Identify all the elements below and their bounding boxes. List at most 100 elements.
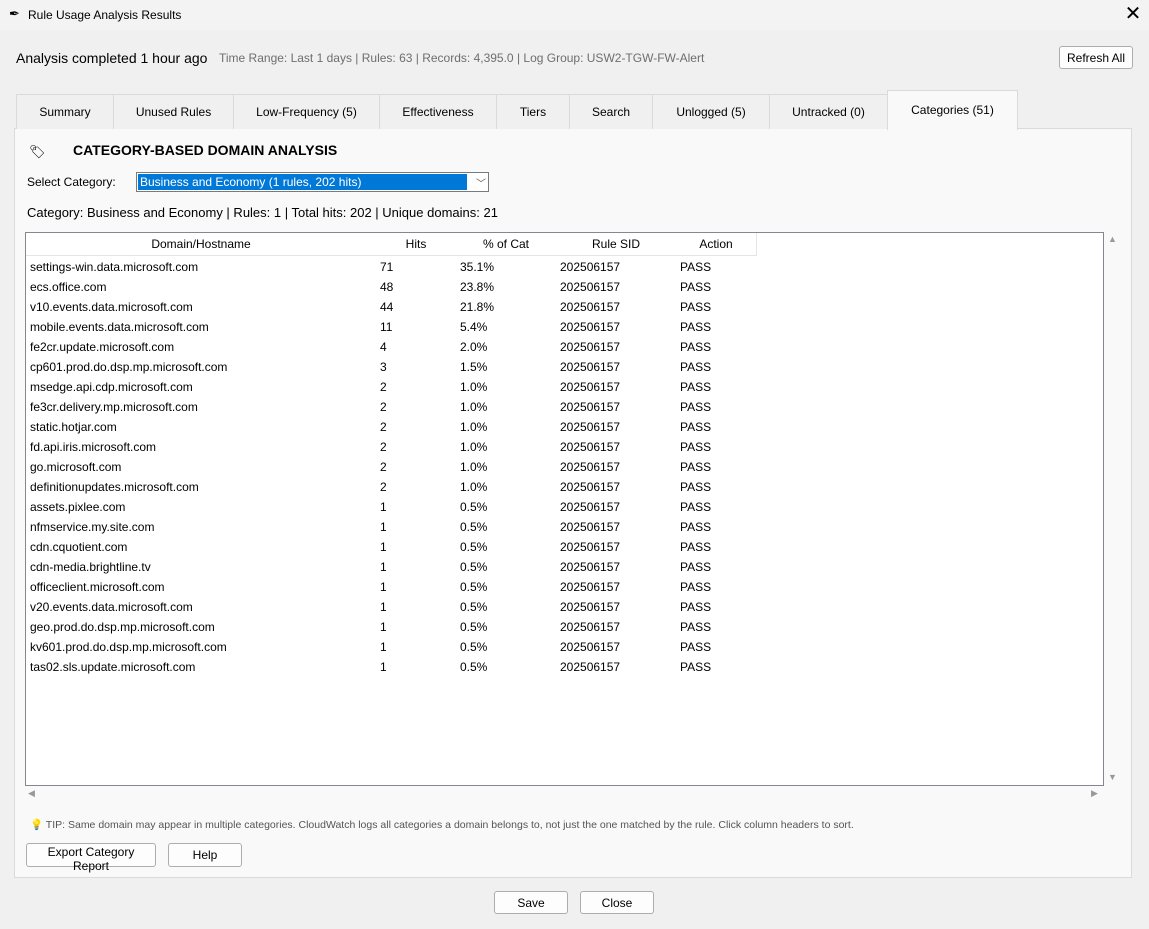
table-cell: officeclient.microsoft.com (30, 580, 165, 594)
scroll-up-icon[interactable]: ▲ (1108, 234, 1117, 244)
analysis-status: Analysis completed 1 hour ago (16, 50, 208, 66)
table-cell: 2.0% (460, 340, 488, 354)
table-cell: PASS (680, 460, 712, 474)
table-row[interactable]: assets.pixlee.com 1 0.5% 202506157 PASS (26, 497, 1103, 517)
table-cell: 202506157 (560, 460, 621, 474)
column-header-rule-sid[interactable]: Rule SID (556, 233, 677, 256)
category-select[interactable]: Business and Economy (1 rules, 202 hits)… (136, 172, 489, 192)
table-cell: 71 (380, 260, 394, 274)
table-cell: 202506157 (560, 540, 621, 554)
table-cell: cdn.cquotient.com (30, 540, 128, 554)
table-cell: 1.0% (460, 420, 488, 434)
table-cell: 202506157 (560, 480, 621, 494)
table-cell: 0.5% (460, 560, 488, 574)
table-cell: PASS (680, 660, 712, 674)
table-cell: 0.5% (460, 660, 488, 674)
table-row[interactable]: kv601.prod.do.dsp.mp.microsoft.com 1 0.5% 2… (26, 637, 1103, 657)
domain-table[interactable]: Domain/Hostname Hits % of Cat Rule SID A… (25, 232, 1104, 786)
section-title: CATEGORY-BASED DOMAIN ANALYSIS (73, 142, 338, 158)
table-cell: 202506157 (560, 500, 621, 514)
close-window-icon[interactable]: ✕ (1117, 0, 1149, 30)
column-header-domain[interactable]: Domain/Hostname (26, 233, 377, 256)
table-cell: 1.0% (460, 400, 488, 414)
table-row[interactable]: officeclient.microsoft.com 1 0.5% 202506157… (26, 577, 1103, 597)
table-row[interactable]: definitionupdates.microsoft.com 2 1.0% 2025… (26, 477, 1103, 497)
table-cell: PASS (680, 380, 712, 394)
table-row[interactable]: go.microsoft.com 2 1.0% 202506157 PASS (26, 457, 1103, 477)
table-cell: 23.8% (460, 280, 495, 294)
tab-low-frequency[interactable]: Low-Frequency (5) (233, 94, 380, 129)
table-cell: cp601.prod.do.dsp.mp.microsoft.com (30, 360, 228, 374)
table-cell: 3 (380, 360, 387, 374)
table-row[interactable]: fd.api.iris.microsoft.com 2 1.0% 202506157 P… (26, 437, 1103, 457)
table-cell: v20.events.data.microsoft.com (30, 600, 193, 614)
tab-tiers[interactable]: Tiers (496, 94, 570, 129)
tab-unused-rules[interactable]: Unused Rules (113, 94, 234, 129)
scroll-right-icon[interactable]: ▶ (1091, 788, 1098, 799)
scroll-down-icon[interactable]: ▼ (1108, 772, 1117, 782)
table-cell: 1 (380, 620, 387, 634)
table-row[interactable]: cp601.prod.do.dsp.mp.microsoft.com 3 1.5% 2… (26, 357, 1103, 377)
table-cell: 1 (380, 580, 387, 594)
table-cell: static.hotjar.com (30, 420, 117, 434)
table-row[interactable]: cdn-media.brightline.tv 1 0.5% 202506157 PAS… (26, 557, 1103, 577)
select-category-label: Select Category: (27, 175, 116, 189)
scroll-left-icon[interactable]: ◀ (28, 788, 35, 799)
table-cell: 1.0% (460, 480, 488, 494)
table-cell: fe2cr.update.microsoft.com (30, 340, 175, 354)
table-row[interactable]: fe3cr.delivery.mp.microsoft.com 2 1.0% 2025… (26, 397, 1103, 417)
tab-search[interactable]: Search (569, 94, 653, 129)
table-cell: 202506157 (560, 560, 621, 574)
table-cell: 2 (380, 420, 387, 434)
table-cell: PASS (680, 500, 712, 514)
tab-summary[interactable]: Summary (16, 94, 114, 129)
export-category-report-button[interactable]: Export Category Report (26, 843, 156, 873)
refresh-all-button[interactable]: Refresh All (1059, 46, 1133, 69)
vertical-scrollbar[interactable]: ▲ ▼ (1104, 232, 1122, 786)
table-cell: 2 (380, 400, 387, 414)
table-row[interactable]: cdn.cquotient.com 1 0.5% 202506157 PASS (26, 537, 1103, 557)
table-row[interactable]: tas02.sls.update.microsoft.com 1 0.5% 20250… (26, 657, 1103, 677)
column-header-pct[interactable]: % of Cat (456, 233, 557, 256)
table-row[interactable]: ecs.office.com 48 23.8% 202506157 PASS (26, 277, 1103, 297)
table-row[interactable]: msedge.api.cdp.microsoft.com 2 1.0% 2025061… (26, 377, 1103, 397)
table-cell: 2 (380, 440, 387, 454)
table-row[interactable]: settings-win.data.microsoft.com 71 35.1% 20… (26, 257, 1103, 277)
chevron-down-icon[interactable]: ﹀ (476, 175, 486, 190)
table-cell: 202506157 (560, 600, 621, 614)
column-header-action[interactable]: Action (676, 233, 757, 256)
table-row[interactable]: static.hotjar.com 2 1.0% 202506157 PASS (26, 417, 1103, 437)
table-cell: 1.0% (460, 460, 488, 474)
tab-unlogged[interactable]: Unlogged (5) (652, 94, 770, 129)
table-row[interactable]: v20.events.data.microsoft.com 1 0.5% 202506… (26, 597, 1103, 617)
table-cell: 4 (380, 340, 387, 354)
table-cell: PASS (680, 480, 712, 494)
table-cell: 202506157 (560, 520, 621, 534)
tab-untracked[interactable]: Untracked (0) (769, 94, 888, 129)
table-cell: 1 (380, 520, 387, 534)
table-cell: 202506157 (560, 300, 621, 314)
table-row[interactable]: fe2cr.update.microsoft.com 4 2.0% 202506157… (26, 337, 1103, 357)
table-cell: 202506157 (560, 260, 621, 274)
table-row[interactable]: mobile.events.data.microsoft.com 11 5.4% 20… (26, 317, 1103, 337)
table-cell: 1 (380, 660, 387, 674)
help-button[interactable]: Help (168, 843, 242, 867)
table-row[interactable]: geo.prod.do.dsp.mp.microsoft.com 1 0.5% 202… (26, 617, 1103, 637)
table-row[interactable]: nfmservice.my.site.com 1 0.5% 202506157 PASS (26, 517, 1103, 537)
tab-effectiveness[interactable]: Effectiveness (379, 94, 497, 129)
table-cell: PASS (680, 600, 712, 614)
column-header-hits[interactable]: Hits (376, 233, 457, 256)
table-cell: 0.5% (460, 500, 488, 514)
table-cell: 11 (380, 320, 393, 334)
table-cell: v10.events.data.microsoft.com (30, 300, 193, 314)
table-cell: PASS (680, 620, 712, 634)
save-button[interactable]: Save (494, 891, 568, 914)
tip-text: 💡 TIP: Same domain may appear in multipl… (30, 819, 854, 831)
table-row[interactable]: v10.events.data.microsoft.com 44 21.8% 2025… (26, 297, 1103, 317)
table-cell: fe3cr.delivery.mp.microsoft.com (30, 400, 198, 414)
tab-categories[interactable]: Categories (51) (887, 90, 1018, 130)
close-button[interactable]: Close (580, 891, 654, 914)
table-cell: 35.1% (460, 260, 495, 274)
horizontal-scrollbar[interactable]: ◀ ▶ (25, 788, 1104, 804)
table-cell: PASS (680, 560, 712, 574)
